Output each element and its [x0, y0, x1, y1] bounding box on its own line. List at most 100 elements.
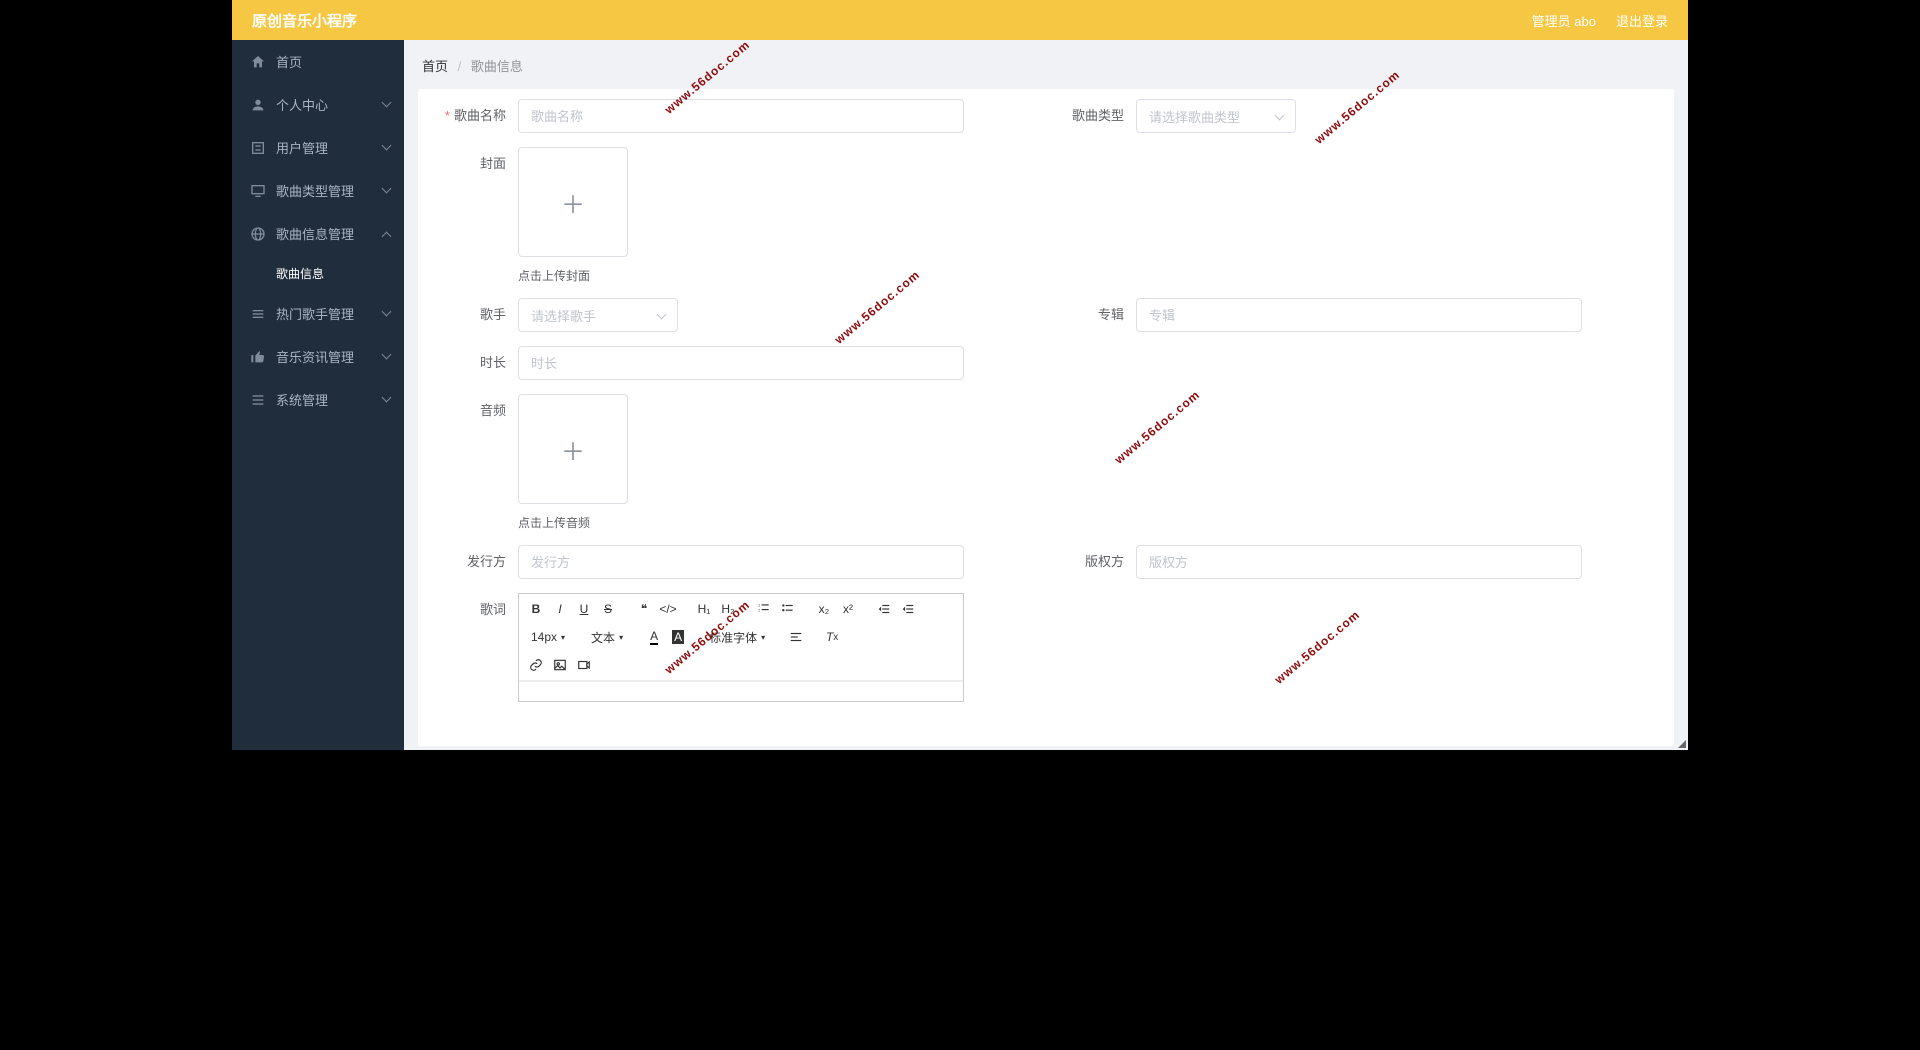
publisher-input[interactable] — [518, 545, 964, 579]
underline-button[interactable]: U — [573, 598, 595, 620]
monitor-icon — [250, 183, 266, 199]
top-right: 管理员 abo 退出登录 — [1532, 11, 1668, 30]
code-button[interactable]: </> — [657, 598, 679, 620]
copyright-input[interactable] — [1136, 545, 1582, 579]
menu-icon — [250, 392, 266, 408]
song-name-input[interactable] — [518, 99, 964, 133]
song-type-label: 歌曲类型 — [1046, 99, 1136, 133]
audio-label: 音频 — [428, 394, 518, 428]
main-content: 首页 / 歌曲信息 歌曲名称 歌曲类型 请选择歌曲类型 — [404, 40, 1688, 750]
thumb-icon — [250, 349, 266, 365]
plus-icon: ＋ — [561, 432, 585, 467]
ol-button[interactable]: 12 — [753, 598, 775, 620]
breadcrumb-current: 歌曲信息 — [471, 59, 523, 74]
sidebar-item-hot-singer[interactable]: 热门歌手管理 — [232, 292, 404, 335]
copyright-label: 版权方 — [1046, 545, 1136, 579]
svg-text:2: 2 — [758, 608, 760, 612]
fontfamily-select[interactable]: 文本▾ — [585, 626, 629, 648]
indent-button[interactable] — [897, 598, 919, 620]
sidebar-item-news[interactable]: 音乐资讯管理 — [232, 335, 404, 378]
bars-icon — [250, 306, 266, 322]
sidebar-item-home[interactable]: 首页 — [232, 40, 404, 83]
svg-text:1: 1 — [758, 604, 760, 608]
chevron-down-icon — [1276, 109, 1283, 124]
sidebar-item-personal[interactable]: 个人中心 — [232, 83, 404, 126]
album-input[interactable] — [1136, 298, 1582, 332]
sidebar-sub-song-info[interactable]: 歌曲信息 — [232, 255, 404, 292]
singer-select[interactable]: 请选择歌手 — [518, 298, 678, 332]
sidebar-item-label: 音乐资讯管理 — [276, 347, 354, 366]
sidebar-item-label: 热门歌手管理 — [276, 304, 354, 323]
song-type-placeholder: 请选择歌曲类型 — [1149, 107, 1240, 126]
ul-button[interactable] — [777, 598, 799, 620]
cover-hint: 点击上传封面 — [518, 267, 628, 284]
chevron-down-icon — [383, 351, 390, 363]
plus-icon: ＋ — [561, 185, 585, 220]
align-button[interactable] — [785, 626, 807, 648]
chevron-down-icon — [383, 308, 390, 320]
lyrics-label: 歌词 — [428, 593, 518, 627]
home-icon — [250, 54, 266, 70]
sidebar-item-song-info[interactable]: 歌曲信息管理 — [232, 212, 404, 255]
audio-hint: 点击上传音频 — [518, 514, 628, 531]
sidebar: 首页 个人中心 用户管理 歌曲类型管理 歌曲信息管理 — [232, 40, 404, 750]
sidebar-sub-label: 歌曲信息 — [276, 267, 324, 281]
publisher-label: 发行方 — [428, 545, 518, 579]
chevron-down-icon — [383, 142, 390, 154]
cover-upload[interactable]: ＋ — [518, 147, 628, 257]
italic-button[interactable]: I — [549, 598, 571, 620]
editor-content[interactable] — [519, 681, 963, 701]
sidebar-item-label: 系统管理 — [276, 390, 328, 409]
chevron-down-icon — [383, 394, 390, 406]
admin-label[interactable]: 管理员 abo — [1532, 11, 1596, 30]
scroll-indicator[interactable] — [1678, 740, 1686, 748]
singer-label: 歌手 — [428, 298, 518, 332]
quote-button[interactable]: ❝ — [633, 598, 655, 620]
sidebar-item-song-type[interactable]: 歌曲类型管理 — [232, 169, 404, 212]
song-type-select[interactable]: 请选择歌曲类型 — [1136, 99, 1296, 133]
strike-button[interactable]: S — [597, 598, 619, 620]
clearformat-button[interactable]: Tx — [821, 626, 843, 648]
globe-icon — [250, 226, 266, 242]
breadcrumb-home[interactable]: 首页 — [422, 59, 448, 74]
list-icon — [250, 140, 266, 156]
chevron-down-icon — [383, 185, 390, 197]
breadcrumb-sep: / — [458, 59, 462, 74]
person-icon — [250, 97, 266, 113]
form-panel: 歌曲名称 歌曲类型 请选择歌曲类型 — [418, 89, 1674, 746]
superscript-button[interactable]: x² — [837, 598, 859, 620]
sidebar-item-system[interactable]: 系统管理 — [232, 378, 404, 421]
bgcolor-button[interactable]: A — [667, 626, 689, 648]
sidebar-item-label: 用户管理 — [276, 138, 328, 157]
audio-upload[interactable]: ＋ — [518, 394, 628, 504]
singer-placeholder: 请选择歌手 — [531, 306, 596, 325]
sidebar-item-label: 个人中心 — [276, 95, 328, 114]
bold-button[interactable]: B — [525, 598, 547, 620]
app-title: 原创音乐小程序 — [252, 10, 357, 31]
logout-link[interactable]: 退出登录 — [1616, 11, 1668, 30]
fontsize-select[interactable]: 14px▾ — [525, 626, 571, 648]
album-label: 专辑 — [1046, 298, 1136, 332]
lyrics-editor: B I U S ❝ </> H₁ H₂ 1 — [518, 593, 964, 702]
duration-label: 时长 — [428, 346, 518, 380]
breadcrumb: 首页 / 歌曲信息 — [418, 56, 1674, 75]
sidebar-item-label: 歌曲类型管理 — [276, 181, 354, 200]
editor-toolbar: B I U S ❝ </> H₁ H₂ 1 — [519, 594, 963, 681]
duration-input[interactable] — [518, 346, 964, 380]
chevron-down-icon — [658, 308, 665, 323]
sidebar-item-label: 首页 — [276, 52, 302, 71]
chevron-down-icon — [383, 99, 390, 111]
link-button[interactable] — [525, 654, 547, 676]
sidebar-item-label: 歌曲信息管理 — [276, 224, 354, 243]
sidebar-item-users[interactable]: 用户管理 — [232, 126, 404, 169]
h1-button[interactable]: H₁ — [693, 598, 715, 620]
h2-button[interactable]: H₂ — [717, 598, 739, 620]
video-button[interactable] — [573, 654, 595, 676]
subscript-button[interactable]: x₂ — [813, 598, 835, 620]
fontspec-select[interactable]: 标准字体▾ — [703, 626, 771, 648]
image-button[interactable] — [549, 654, 571, 676]
topbar: 原创音乐小程序 管理员 abo 退出登录 — [232, 0, 1688, 40]
chevron-up-icon — [383, 228, 390, 240]
outdent-button[interactable] — [873, 598, 895, 620]
fontcolor-button[interactable]: A — [643, 626, 665, 648]
